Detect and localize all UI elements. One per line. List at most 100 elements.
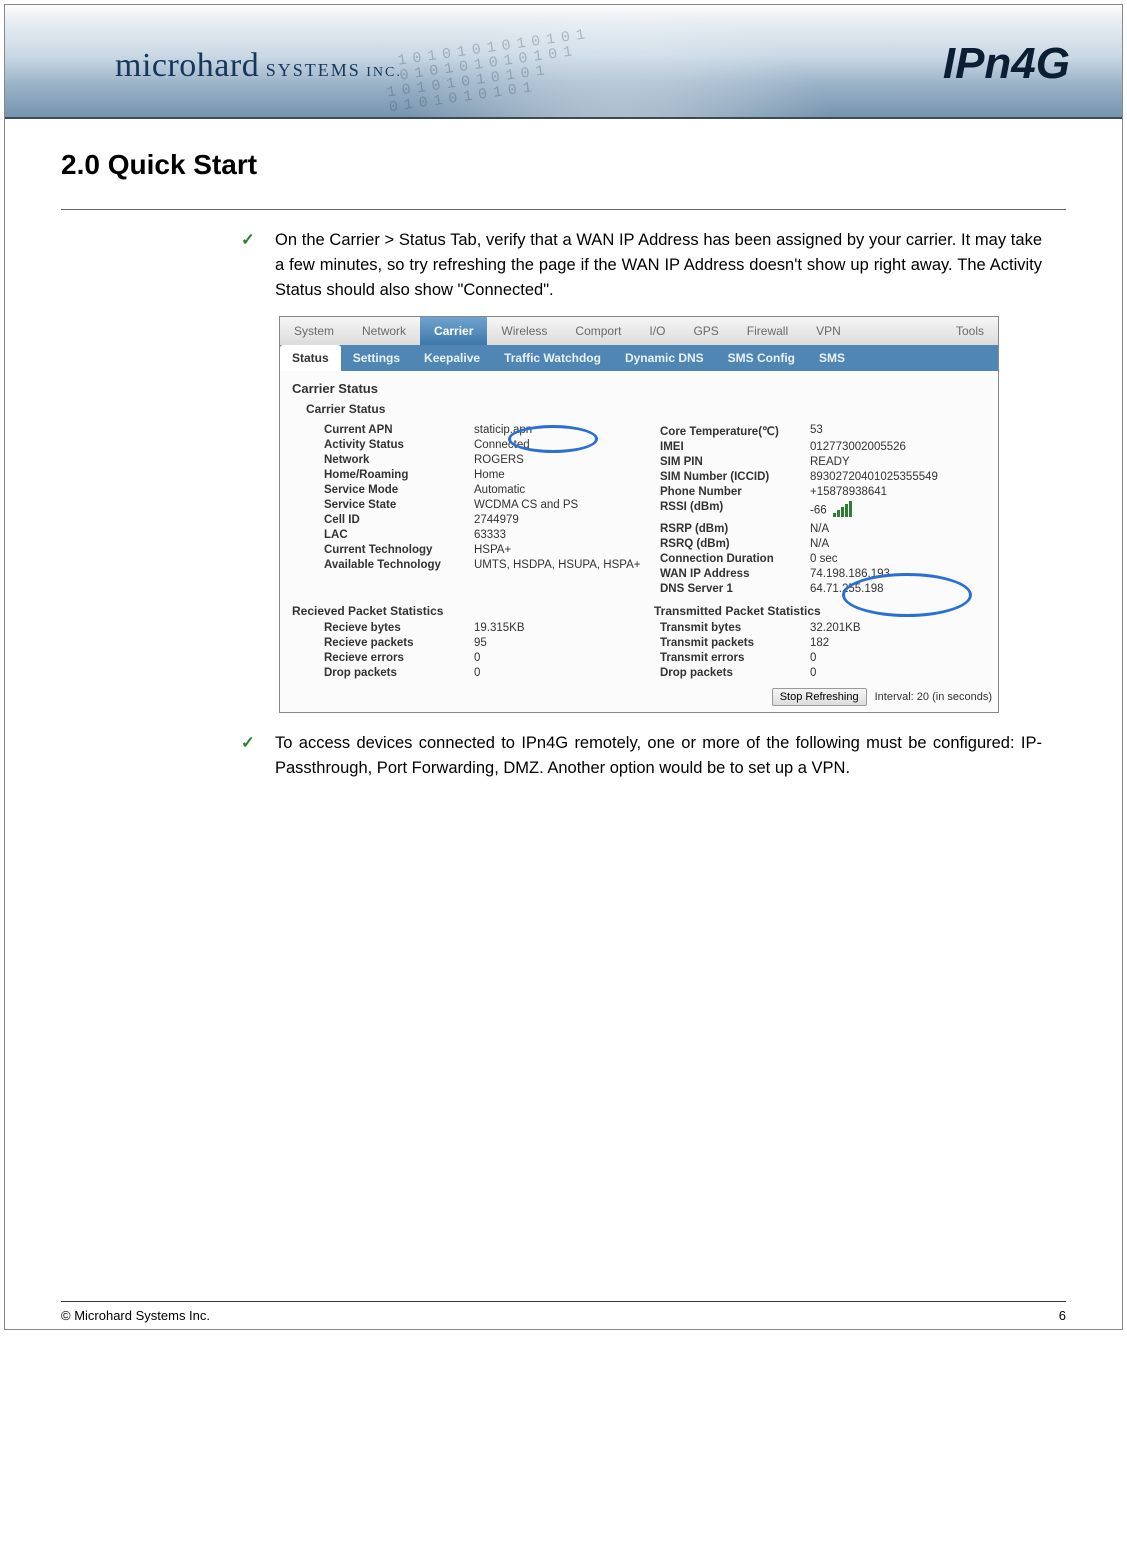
status-key: LAC xyxy=(324,529,474,541)
sub-tab-traffic-watchdog[interactable]: Traffic Watchdog xyxy=(492,345,613,371)
stop-refreshing-button[interactable]: Stop Refreshing xyxy=(772,688,867,706)
status-row: Core Temperature(℃)53 xyxy=(660,422,986,439)
status-row: Recieve bytes19.315KB xyxy=(324,620,650,635)
tx-stats-header: Transmitted Packet Statistics xyxy=(624,604,986,618)
status-key: Activity Status xyxy=(324,439,474,451)
page-title: 2.0 Quick Start xyxy=(61,149,1066,181)
status-row: Service StateWCDMA CS and PS xyxy=(324,497,650,512)
status-value: 0 xyxy=(474,667,650,679)
brand-main: microhard xyxy=(115,47,259,84)
status-value: 63333 xyxy=(474,529,650,541)
status-key: Current Technology xyxy=(324,544,474,556)
status-row: DNS Server 164.71.255.198 xyxy=(660,581,986,596)
status-key: Cell ID xyxy=(324,514,474,526)
footer-page-number: 6 xyxy=(1059,1308,1066,1323)
status-row: SIM PINREADY xyxy=(660,454,986,469)
status-row: Drop packets0 xyxy=(660,665,986,680)
status-key: SIM PIN xyxy=(660,456,810,468)
status-value: N/A xyxy=(810,538,986,550)
status-key: Home/Roaming xyxy=(324,469,474,481)
status-key: Drop packets xyxy=(660,667,810,679)
status-row: SIM Number (ICCID)89302720401025355549 xyxy=(660,469,986,484)
sub-tab-settings[interactable]: Settings xyxy=(341,345,412,371)
signal-strength-icon xyxy=(833,501,853,520)
status-row: Cell ID2744979 xyxy=(324,512,650,527)
status-value: Home xyxy=(474,469,650,481)
status-row: Recieve errors0 xyxy=(324,650,650,665)
status-row: RSRP (dBm)N/A xyxy=(660,521,986,536)
refresh-interval-text: Interval: 20 (in seconds) xyxy=(875,691,992,703)
status-row: RSSI (dBm)-66 xyxy=(660,499,986,521)
status-key: Current APN xyxy=(324,424,474,436)
status-row: Transmit packets182 xyxy=(660,635,986,650)
status-value: +15878938641 xyxy=(810,486,986,498)
status-value: 89302720401025355549 xyxy=(810,471,986,483)
brand-systems: SYSTEMS xyxy=(259,60,361,80)
status-value: WCDMA CS and PS xyxy=(474,499,650,511)
top-tab-vpn[interactable]: VPN xyxy=(802,317,855,345)
status-value: -66 xyxy=(810,501,986,520)
status-value: HSPA+ xyxy=(474,544,650,556)
status-value: 0 xyxy=(810,667,986,679)
status-row: Recieve packets95 xyxy=(324,635,650,650)
status-key: Service Mode xyxy=(324,484,474,496)
status-value: Connected xyxy=(474,439,650,451)
status-row: LAC63333 xyxy=(324,527,650,542)
status-row: Activity StatusConnected xyxy=(324,437,650,452)
status-value: 19.315KB xyxy=(474,622,650,634)
brand-inc: INC. xyxy=(361,65,402,80)
status-key: RSRP (dBm) xyxy=(660,523,810,535)
rx-stats-header: Recieved Packet Statistics xyxy=(292,604,624,618)
status-key: DNS Server 1 xyxy=(660,583,810,595)
status-value: Automatic xyxy=(474,484,650,496)
status-value: 0 xyxy=(810,652,986,664)
status-row: Service ModeAutomatic xyxy=(324,482,650,497)
subsection-title: Carrier Status xyxy=(280,398,998,422)
company-logo-text: microhard SYSTEMS INC. xyxy=(115,47,402,85)
status-key: Phone Number xyxy=(660,486,810,498)
sub-tab-row: StatusSettingsKeepaliveTraffic WatchdogD… xyxy=(280,345,998,371)
status-row: Available TechnologyUMTS, HSDPA, HSUPA, … xyxy=(324,557,650,572)
sub-tab-dynamic-dns[interactable]: Dynamic DNS xyxy=(613,345,716,371)
background-binary-art: 1010101010101 010101010101 10101010101 0… xyxy=(382,27,598,116)
top-tab-i/o[interactable]: I/O xyxy=(635,317,679,345)
top-tab-wireless[interactable]: Wireless xyxy=(487,317,561,345)
top-tab-gps[interactable]: GPS xyxy=(679,317,732,345)
status-row: Current TechnologyHSPA+ xyxy=(324,542,650,557)
status-value: ROGERS xyxy=(474,454,650,466)
status-key: Recieve errors xyxy=(324,652,474,664)
status-value: UMTS, HSDPA, HSUPA, HSPA+ xyxy=(474,559,650,571)
top-tab-comport[interactable]: Comport xyxy=(561,317,635,345)
status-value: 32.201KB xyxy=(810,622,986,634)
top-tab-firewall[interactable]: Firewall xyxy=(733,317,802,345)
status-key: Service State xyxy=(324,499,474,511)
status-key: IMEI xyxy=(660,441,810,453)
status-row: IMEI012773002005526 xyxy=(660,439,986,454)
sub-tab-keepalive[interactable]: Keepalive xyxy=(412,345,492,371)
status-key: Transmit packets xyxy=(660,637,810,649)
sub-tab-sms[interactable]: SMS xyxy=(807,345,857,371)
status-left-column: Current APNstaticip.apnActivity StatusCo… xyxy=(324,422,650,596)
tx-stats-column: Transmit bytes32.201KBTransmit packets18… xyxy=(660,620,986,680)
status-value: 012773002005526 xyxy=(810,441,986,453)
top-tab-carrier[interactable]: Carrier xyxy=(420,317,487,345)
status-key: Recieve packets xyxy=(324,637,474,649)
status-key: Connection Duration xyxy=(660,553,810,565)
bullet-text-1: On the Carrier > Status Tab, verify that… xyxy=(275,228,1042,302)
sub-tab-sms-config[interactable]: SMS Config xyxy=(716,345,807,371)
status-value: 53 xyxy=(810,424,986,438)
status-row: Drop packets0 xyxy=(324,665,650,680)
top-tab-system[interactable]: System xyxy=(280,317,348,345)
status-row: Transmit bytes32.201KB xyxy=(660,620,986,635)
sub-tab-status[interactable]: Status xyxy=(280,345,341,371)
status-value: N/A xyxy=(810,523,986,535)
status-key: WAN IP Address xyxy=(660,568,810,580)
status-value: READY xyxy=(810,456,986,468)
status-value: 74.198.186.193 xyxy=(810,568,986,580)
rx-stats-column: Recieve bytes19.315KBRecieve packets95Re… xyxy=(324,620,650,680)
status-value: 2744979 xyxy=(474,514,650,526)
title-rule xyxy=(61,209,1066,210)
top-tab-tools[interactable]: Tools xyxy=(942,317,998,345)
top-tab-network[interactable]: Network xyxy=(348,317,420,345)
status-value: 64.71.255.198 xyxy=(810,583,986,595)
